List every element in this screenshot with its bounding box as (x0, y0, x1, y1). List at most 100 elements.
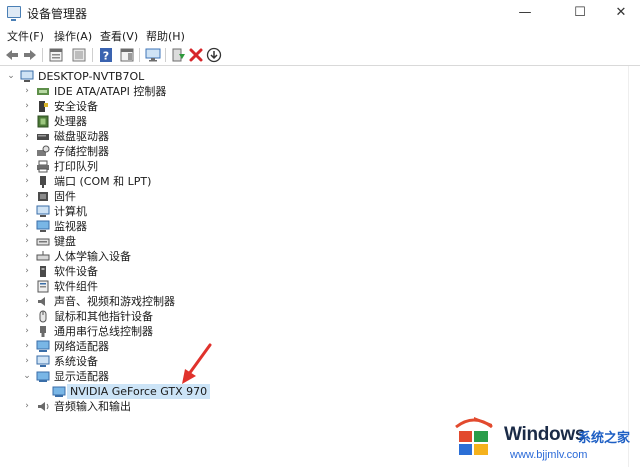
menu-file[interactable]: 文件(F) (7, 28, 44, 44)
chevron-right-icon[interactable]: › (22, 235, 32, 247)
tree-item-software-component[interactable]: › 软件组件 (0, 279, 600, 294)
vertical-scrollbar[interactable] (628, 66, 640, 467)
toolbar-separator (92, 48, 93, 62)
tree-item-label: 声音、视频和游戏控制器 (54, 295, 175, 308)
chevron-right-icon[interactable]: › (22, 160, 32, 172)
display-adapter-icon (52, 385, 66, 398)
forward-arrow-icon[interactable] (21, 46, 39, 64)
update-driver-icon[interactable] (169, 46, 187, 64)
tree-item-software-device[interactable]: › 软件设备 (0, 264, 600, 279)
mouse-icon (36, 310, 50, 323)
tree-item-nvidia-gpu[interactable]: NVIDIA GeForce GTX 970 (0, 384, 600, 399)
svg-text:?: ? (103, 50, 109, 63)
firmware-icon (36, 190, 50, 203)
menu-view[interactable]: 查看(V) (100, 28, 138, 44)
tree-item-label: 打印队列 (54, 160, 98, 173)
chevron-right-icon[interactable]: › (22, 220, 32, 232)
device-tree[interactable]: ⌄ DESKTOP-NVTB7OL › IDE ATA/ATAPI 控制器 › … (0, 66, 628, 467)
tree-item-print-queue[interactable]: › 打印队列 (0, 159, 600, 174)
tree-item-monitor[interactable]: › 监视器 (0, 219, 600, 234)
chevron-right-icon[interactable]: › (22, 280, 32, 292)
tree-item-label: 磁盘驱动器 (54, 130, 109, 143)
red-arrow-icon (180, 343, 214, 387)
tree-item-firmware[interactable]: › 固件 (0, 189, 600, 204)
network-adapter-icon (36, 340, 50, 353)
chevron-right-icon[interactable]: › (22, 205, 32, 217)
tree-item-disk[interactable]: › 磁盘驱动器 (0, 129, 600, 144)
tree-item-label: 处理器 (54, 115, 87, 128)
tree-item-hid[interactable]: › 人体学输入设备 (0, 249, 600, 264)
chevron-right-icon[interactable]: › (22, 310, 32, 322)
chevron-right-icon[interactable]: › (22, 355, 32, 367)
chevron-right-icon[interactable]: › (22, 85, 32, 97)
tree-item-security[interactable]: › 安全设备 (0, 99, 600, 114)
menu-bar: 文件(F) 操作(A) 查看(V) 帮助(H) (0, 26, 640, 44)
scan-hardware-icon[interactable] (144, 46, 162, 64)
system-device-icon (36, 355, 50, 368)
watermark-site-name: 系统之家 (578, 431, 631, 446)
menu-action[interactable]: 操作(A) (54, 28, 92, 44)
tree-item-label: 鼠标和其他指针设备 (54, 310, 153, 323)
chevron-down-icon[interactable]: ⌄ (6, 70, 16, 82)
security-device-icon (36, 100, 50, 113)
chevron-right-icon[interactable]: › (22, 295, 32, 307)
chevron-right-icon[interactable]: › (22, 325, 32, 337)
computer-icon (20, 70, 34, 83)
chevron-right-icon[interactable]: › (22, 250, 32, 262)
tree-item-usb[interactable]: › 通用串行总线控制器 (0, 324, 600, 339)
back-arrow-icon[interactable] (3, 46, 21, 64)
uninstall-icon[interactable] (187, 46, 205, 64)
tree-item-label: 端口 (COM 和 LPT) (54, 175, 152, 188)
tree-item-label: 软件组件 (54, 280, 98, 293)
maximize-button[interactable]: ☐ (557, 0, 603, 26)
chevron-right-icon[interactable]: › (22, 145, 32, 157)
tree-item-storage[interactable]: › 存储控制器 (0, 144, 600, 159)
sound-icon (36, 295, 50, 308)
tree-item-label: 安全设备 (54, 100, 98, 113)
minimize-button[interactable]: — (502, 0, 548, 26)
tree-root[interactable]: ⌄ DESKTOP-NVTB7OL (0, 69, 600, 84)
tree-item-computer[interactable]: › 计算机 (0, 204, 600, 219)
tree-item-label: IDE ATA/ATAPI 控制器 (54, 85, 167, 98)
tree-item-label: 固件 (54, 190, 76, 203)
chevron-right-icon[interactable]: › (22, 400, 32, 412)
chevron-right-icon[interactable]: › (22, 100, 32, 112)
chevron-down-icon[interactable]: ⌄ (22, 370, 32, 382)
tree-item-display-adapter[interactable]: ⌄ 显示适配器 (0, 369, 600, 384)
device-manager-app-icon (7, 6, 21, 21)
download-driver-icon[interactable] (205, 46, 223, 64)
menu-help[interactable]: 帮助(H) (146, 28, 185, 44)
toolbar: ? (0, 44, 640, 66)
chevron-right-icon[interactable]: › (22, 190, 32, 202)
tree-item-keyboard[interactable]: › 键盘 (0, 234, 600, 249)
action-pane-icon[interactable] (118, 46, 136, 64)
tree-item-sound[interactable]: › 声音、视频和游戏控制器 (0, 294, 600, 309)
watermark-brand: Windows (504, 424, 586, 445)
tree-item-network[interactable]: › 网络适配器 (0, 339, 600, 354)
disk-drive-icon (36, 130, 50, 143)
tree-item-label: 监视器 (54, 220, 87, 233)
tree-item-label: 通用串行总线控制器 (54, 325, 153, 338)
storage-controller-icon (36, 145, 50, 158)
tree-item-label: 显示适配器 (54, 370, 109, 383)
tree-item-system[interactable]: › 系统设备 (0, 354, 600, 369)
audio-io-icon (36, 400, 50, 413)
usb-icon (36, 325, 50, 338)
tree-item-label: 存储控制器 (54, 145, 109, 158)
tree-item-processor[interactable]: › 处理器 (0, 114, 600, 129)
chevron-right-icon[interactable]: › (22, 175, 32, 187)
tree-item-mouse[interactable]: › 鼠标和其他指针设备 (0, 309, 600, 324)
tree-item-ports[interactable]: › 端口 (COM 和 LPT) (0, 174, 600, 189)
tree-item-ide[interactable]: › IDE ATA/ATAPI 控制器 (0, 84, 600, 99)
chevron-right-icon[interactable]: › (22, 115, 32, 127)
help-icon[interactable]: ? (97, 46, 115, 64)
chevron-right-icon[interactable]: › (22, 265, 32, 277)
properties-icon[interactable] (47, 46, 65, 64)
title-bar: 设备管理器 — ☐ ✕ (0, 0, 640, 26)
chevron-right-icon[interactable]: › (22, 130, 32, 142)
close-button[interactable]: ✕ (598, 0, 640, 26)
printer-icon (36, 160, 50, 173)
chevron-right-icon[interactable]: › (22, 340, 32, 352)
hidden-devices-icon[interactable] (70, 46, 88, 64)
monitor-icon (36, 220, 50, 233)
